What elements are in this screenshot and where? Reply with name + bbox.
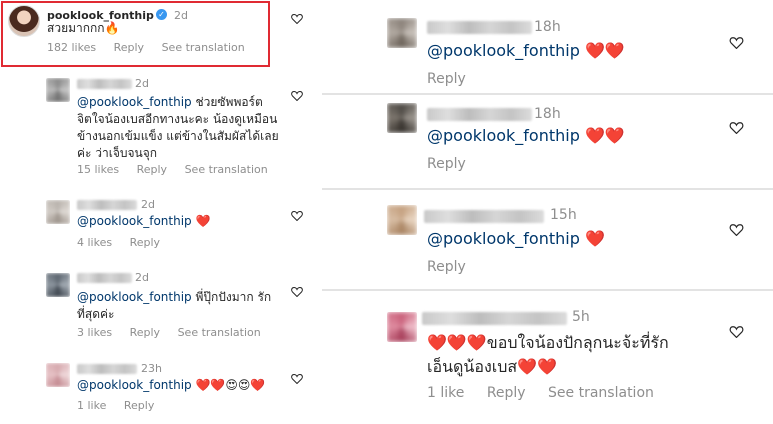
heart-outline-icon[interactable] [291, 90, 303, 101]
comment-actions: Reply [427, 156, 484, 172]
section-divider [322, 93, 773, 95]
comment-actions: 15 likes Reply See translation [77, 163, 282, 176]
comment-text: @pooklook_fonthip พี่ปุ๊กปังมาก รัก ที่ส… [77, 290, 272, 321]
blurred-username[interactable] [427, 21, 532, 34]
blurred-username[interactable] [424, 210, 544, 223]
right-comments-panel: 18h @pooklook_fonthip ❤️❤️ Reply 18h @po… [322, 0, 773, 424]
comment-text: @pooklook_fonthip ❤️ [427, 228, 605, 250]
top-comment-actions: 182 likes Reply See translation [47, 41, 259, 54]
see-translation-button[interactable]: See translation [162, 41, 245, 54]
mention-link[interactable]: @pooklook_fonthip [77, 95, 192, 109]
mention-link[interactable]: @pooklook_fonthip [427, 126, 580, 145]
likes-count[interactable]: 1 like [427, 385, 464, 401]
comment-text: ❤️❤️❤️ขอบใจน้องปักลุกนะจ้ะที่รัก เอ็นดูน… [427, 331, 727, 379]
comment-time[interactable]: 18h [534, 19, 561, 35]
avatar-blurred[interactable] [387, 103, 417, 133]
see-translation-button[interactable]: See translation [185, 163, 268, 176]
reply-button[interactable]: Reply [427, 156, 466, 172]
blurred-username[interactable] [77, 79, 132, 89]
comment-time[interactable]: 2d [141, 198, 155, 211]
comment-time[interactable]: 2d [135, 271, 149, 284]
heart-outline-icon[interactable] [729, 223, 744, 236]
mention-link[interactable]: @pooklook_fonthip [77, 290, 192, 304]
comment-text: @pooklook_fonthip ❤️❤️ [427, 125, 625, 147]
mention-link[interactable]: @pooklook_fonthip [427, 41, 580, 60]
comment-time[interactable]: 18h [534, 106, 561, 122]
top-comment-text: สวยมากกก🔥 [47, 21, 120, 35]
likes-count[interactable]: 4 likes [77, 236, 112, 249]
comment-text: @pooklook_fonthip ช่วยซัพพอร์ต จิตใจน้อง… [77, 95, 279, 160]
heart-emoji: ❤️❤️ [584, 126, 625, 145]
heart-eyes-emoji: ❤️❤️😍😍❤️ [195, 378, 266, 392]
comment-text: @pooklook_fonthip ❤️ [77, 213, 210, 230]
avatar-blurred[interactable] [46, 200, 70, 224]
heart-emoji: ❤️❤️ [584, 41, 625, 60]
comment-actions: 3 likes Reply See translation [77, 326, 275, 339]
avatar-blurred[interactable] [387, 312, 417, 342]
reply-button[interactable]: Reply [427, 259, 466, 275]
see-translation-button[interactable]: See translation [548, 385, 654, 401]
likes-count[interactable]: 3 likes [77, 326, 112, 339]
mention-link[interactable]: @pooklook_fonthip [77, 214, 192, 228]
heart-outline-icon[interactable] [291, 286, 303, 297]
reply-button[interactable]: Reply [114, 41, 144, 54]
reply-button[interactable]: Reply [130, 326, 160, 339]
heart-emoji: ❤️❤️❤️ [427, 333, 487, 352]
heart-emoji: ❤️ [195, 214, 211, 228]
heart-outline-icon[interactable] [291, 13, 303, 24]
comment-actions: 1 like Reply See translation [427, 385, 672, 401]
heart-outline-icon[interactable] [729, 325, 744, 338]
avatar-pooklook[interactable] [8, 5, 40, 37]
likes-count[interactable]: 1 like [77, 399, 106, 412]
blurred-username[interactable] [422, 312, 567, 325]
comment-text: @pooklook_fonthip ❤️❤️ [427, 40, 625, 62]
reply-button[interactable]: Reply [137, 163, 167, 176]
comment-actions: 4 likes Reply [77, 236, 174, 249]
heart-emoji: ❤️ [584, 229, 605, 248]
comment-actions: Reply [427, 71, 484, 87]
reply-button[interactable]: Reply [124, 399, 154, 412]
comment-actions: Reply [427, 259, 484, 275]
avatar-blurred[interactable] [46, 78, 70, 102]
blurred-username[interactable] [77, 273, 132, 283]
avatar-blurred[interactable] [387, 205, 417, 235]
reply-button[interactable]: Reply [427, 71, 466, 87]
section-divider [322, 188, 773, 190]
comment-time[interactable]: 5h [572, 309, 590, 325]
left-comments-panel: pooklook_fonthip ✓ 2d สวยมากกก🔥 182 likes… [0, 0, 322, 424]
avatar-blurred[interactable] [46, 363, 70, 387]
comment-time[interactable]: 2d [135, 77, 149, 90]
mention-link[interactable]: @pooklook_fonthip [77, 378, 192, 392]
mention-link[interactable]: @pooklook_fonthip [427, 229, 580, 248]
fire-emoji: 🔥 [104, 21, 120, 35]
comment-text: @pooklook_fonthip ❤️❤️😍😍❤️ [77, 377, 265, 394]
section-divider [322, 289, 773, 291]
likes-count[interactable]: 15 likes [77, 163, 119, 176]
comment-time[interactable]: 23h [141, 362, 162, 375]
avatar-blurred[interactable] [387, 18, 417, 48]
heart-outline-icon[interactable] [291, 210, 303, 221]
avatar-blurred[interactable] [46, 273, 70, 297]
comment-actions: 1 like Reply [77, 399, 168, 412]
heart-emoji: ❤️❤️ [517, 357, 557, 376]
blurred-username[interactable] [427, 108, 532, 121]
heart-outline-icon[interactable] [729, 121, 744, 134]
see-translation-button[interactable]: See translation [178, 326, 261, 339]
verified-badge-icon: ✓ [155, 9, 167, 20]
blurred-username[interactable] [77, 364, 137, 374]
reply-button[interactable]: Reply [130, 236, 160, 249]
heart-outline-icon[interactable] [729, 36, 744, 49]
blurred-username[interactable] [77, 200, 137, 210]
heart-outline-icon[interactable] [291, 373, 303, 384]
reply-button[interactable]: Reply [487, 385, 526, 401]
likes-count[interactable]: 182 likes [47, 41, 96, 54]
comment-time[interactable]: 15h [550, 207, 577, 223]
comment-time[interactable]: 2d [174, 9, 188, 22]
